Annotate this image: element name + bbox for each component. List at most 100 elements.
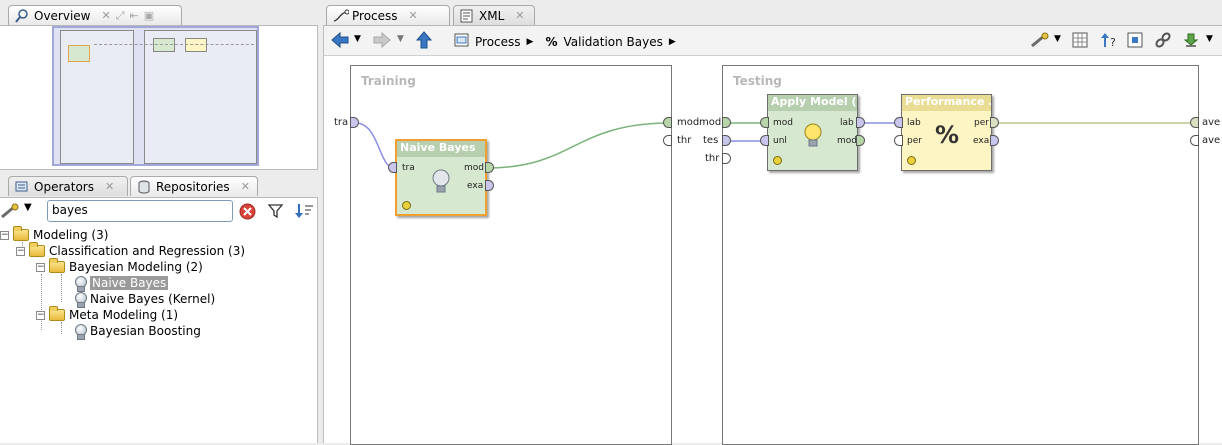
percent-icon: % bbox=[935, 121, 960, 149]
status-indicator bbox=[773, 156, 782, 165]
tab-operators[interactable]: Operators ✕ bbox=[8, 176, 128, 196]
close-icon[interactable]: ✕ bbox=[515, 9, 524, 22]
tab-overview-label: Overview bbox=[34, 8, 91, 23]
training-out-port-mod[interactable] bbox=[663, 117, 672, 128]
collapse-icon[interactable]: − bbox=[0, 230, 9, 240]
operator-title: Apply Model (2) bbox=[768, 95, 857, 111]
tab-process[interactable]: Process ✕ bbox=[326, 5, 450, 25]
database-icon bbox=[137, 180, 151, 194]
tab-xml[interactable]: XML ✕ bbox=[453, 5, 535, 25]
tree-item-label: Bayesian Boosting bbox=[90, 324, 201, 338]
tab-operators-label: Operators bbox=[34, 179, 94, 194]
overview-panel bbox=[0, 26, 318, 170]
tab-process-label: Process bbox=[352, 8, 398, 23]
xml-document-icon bbox=[460, 9, 474, 23]
magnifier-icon bbox=[15, 8, 29, 23]
testing-in-label-thr: thr bbox=[705, 153, 720, 164]
process-editor: ▼ ▼ Process ▶ % Validation Bayes ▶ ▼ ? ▼… bbox=[323, 26, 1222, 445]
connections-layer bbox=[355, 122, 1196, 169]
port-label: mod bbox=[837, 136, 857, 146]
overview-op-nb bbox=[68, 45, 90, 62]
status-indicator bbox=[907, 156, 916, 165]
lightbulb-icon bbox=[74, 323, 87, 340]
detach-icon[interactable]: ⇤ bbox=[130, 9, 139, 22]
operator-title: Naive Bayes bbox=[397, 141, 485, 157]
tree-item-meta-modeling[interactable]: − Meta Modeling (1) bbox=[36, 306, 179, 323]
operator-apply-model[interactable]: Apply Model (2) mod unl lab mod bbox=[767, 94, 858, 171]
training-out-label-thr: thr bbox=[677, 135, 692, 146]
overview-op-apply bbox=[153, 38, 175, 52]
folder-icon bbox=[49, 258, 65, 273]
tab-xml-label: XML bbox=[479, 8, 505, 23]
port-label: per bbox=[907, 136, 922, 146]
naive-bayes-in-port[interactable] bbox=[388, 162, 397, 173]
training-out-label-mod: mod bbox=[677, 117, 700, 128]
tree-item-label: Bayesian Modeling (2) bbox=[69, 260, 203, 274]
lightbulb-icon bbox=[803, 123, 823, 152]
apply-model-in-port-unl[interactable] bbox=[760, 135, 769, 146]
tree-item-label: Classification and Regression (3) bbox=[49, 244, 246, 258]
chevron-down-icon[interactable]: ▼ bbox=[24, 202, 32, 213]
port-label: tra bbox=[402, 163, 415, 173]
close-icon[interactable]: ✕ bbox=[102, 9, 111, 22]
operator-title: Performance ... bbox=[902, 95, 991, 111]
operator-performance[interactable]: Performance ... lab per per exa % bbox=[901, 94, 992, 171]
overview-op-perf bbox=[185, 38, 207, 52]
tab-repositories[interactable]: Repositories ✕ bbox=[130, 176, 258, 196]
connection-mod bbox=[486, 122, 671, 169]
tree-item-modeling[interactable]: − Modeling (3) bbox=[0, 226, 109, 243]
operator-naive-bayes[interactable]: Naive Bayes tra mod exa bbox=[395, 139, 487, 216]
close-icon[interactable]: ✕ bbox=[241, 180, 250, 193]
port-label: mod bbox=[773, 118, 793, 128]
testing-in-label-mod: mod bbox=[699, 117, 722, 128]
training-in-label: tra bbox=[334, 117, 349, 128]
lightbulb-icon bbox=[74, 291, 87, 308]
tree-item-bayesian-boosting[interactable]: Bayesian Boosting bbox=[74, 323, 201, 340]
operators-panel: ▼ bayes − Modeling (3) − Classification … bbox=[0, 198, 318, 443]
performance-in-port-per[interactable] bbox=[894, 135, 903, 146]
tree-item-naive-bayes-kernel[interactable]: Naive Bayes (Kernel) bbox=[74, 291, 216, 308]
testing-out-label-ave2: ave bbox=[1202, 135, 1221, 146]
tree-item-bayesian-modeling[interactable]: − Bayesian Modeling (2) bbox=[36, 258, 203, 275]
tree-item-naive-bayes[interactable]: Naive Bayes bbox=[74, 275, 169, 292]
lightbulb-icon bbox=[431, 169, 451, 198]
tree-item-label: Naive Bayes (Kernel) bbox=[90, 292, 216, 306]
folder-icon bbox=[13, 226, 29, 241]
connection-tra bbox=[355, 122, 395, 169]
process-icon bbox=[333, 9, 350, 23]
sort-icon[interactable] bbox=[294, 202, 314, 223]
testing-out-port-ave1[interactable] bbox=[1190, 117, 1199, 128]
performance-in-port-lab[interactable] bbox=[894, 117, 903, 128]
tree-guide bbox=[61, 274, 62, 302]
tree-item-label: Meta Modeling (1) bbox=[69, 308, 179, 322]
tab-repositories-label: Repositories bbox=[156, 179, 230, 194]
search-input[interactable]: bayes bbox=[47, 200, 233, 222]
port-label: exa bbox=[973, 136, 990, 146]
close-icon[interactable]: ✕ bbox=[409, 9, 418, 22]
wand-icon[interactable] bbox=[0, 203, 20, 222]
tree-guide bbox=[61, 322, 62, 334]
overview-viewport[interactable] bbox=[52, 26, 259, 166]
lightbulb-icon bbox=[74, 275, 87, 292]
restore-icon[interactable]: ▣ bbox=[144, 9, 154, 22]
port-label: lab bbox=[907, 118, 921, 128]
tree-item-label: Naive Bayes bbox=[90, 276, 169, 290]
clear-search-icon[interactable] bbox=[239, 203, 256, 223]
filter-icon[interactable] bbox=[266, 202, 284, 223]
testing-out-port-ave2[interactable] bbox=[1190, 135, 1199, 146]
status-indicator bbox=[402, 201, 411, 210]
close-icon[interactable]: ✕ bbox=[105, 180, 114, 193]
tab-overview[interactable]: Overview ✕ ⤢ ⇤ ▣ bbox=[8, 5, 182, 25]
maximize-icon[interactable]: ⤢ bbox=[116, 9, 125, 23]
apply-model-in-port-mod[interactable] bbox=[760, 117, 769, 128]
port-label: per bbox=[974, 118, 989, 128]
testing-in-label-tes: tes bbox=[703, 135, 719, 146]
tree-item-classification[interactable]: − Classification and Regression (3) bbox=[16, 242, 246, 259]
overview-connection bbox=[94, 44, 254, 45]
collapse-icon[interactable]: − bbox=[36, 310, 45, 320]
folder-icon bbox=[29, 242, 45, 257]
training-out-port-thr[interactable] bbox=[663, 135, 672, 146]
collapse-icon[interactable]: − bbox=[36, 262, 45, 272]
collapse-icon[interactable]: − bbox=[16, 246, 25, 256]
tree-item-label: Modeling (3) bbox=[33, 228, 109, 242]
